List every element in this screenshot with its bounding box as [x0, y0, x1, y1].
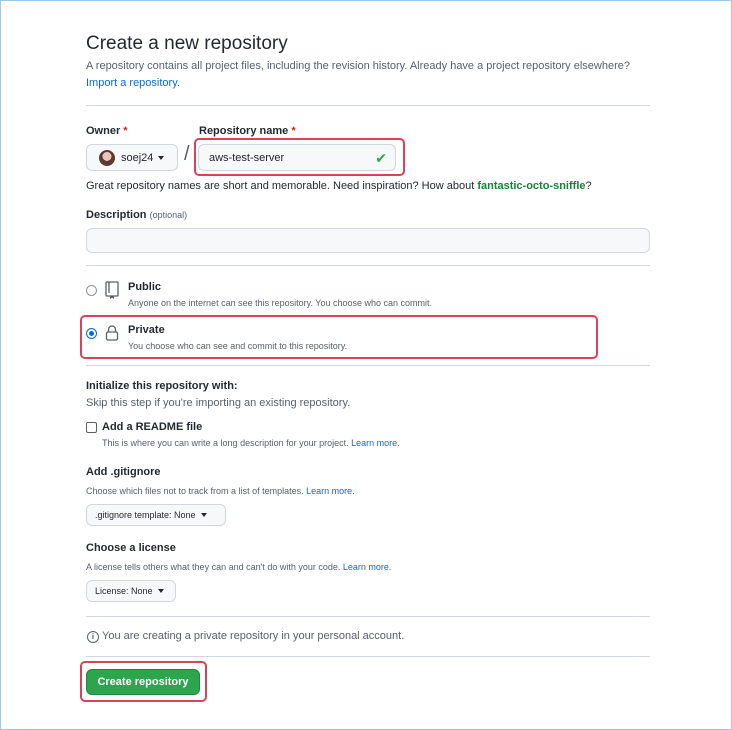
private-notice: You are creating a private repository in… [102, 630, 405, 642]
license-select[interactable]: License: None [86, 580, 176, 602]
lock-icon [105, 325, 119, 341]
divider [86, 365, 650, 366]
license-desc: A license tells others what they can and… [86, 562, 392, 572]
readme-desc: This is where you can write a long descr… [102, 438, 400, 448]
divider [86, 656, 650, 657]
divider [86, 105, 650, 106]
readme-label[interactable]: Add a README file [102, 421, 202, 433]
page-title: Create a new repository [86, 33, 288, 54]
chevron-down-icon [200, 513, 207, 517]
divider [86, 265, 650, 266]
info-icon: i [87, 631, 99, 643]
gitignore-learn-more-link[interactable]: Learn more. [306, 486, 355, 496]
gitignore-title: Add .gitignore [86, 466, 161, 478]
divider [86, 616, 650, 617]
repo-name-value: aws-test-server [209, 151, 285, 164]
owner-value: soej24 [121, 151, 154, 164]
owner-label: Owner * [86, 125, 128, 137]
init-title: Initialize this repository with: [86, 380, 238, 392]
readme-learn-more-link[interactable]: Learn more. [351, 438, 400, 448]
owner-dropdown[interactable]: soej24 [86, 144, 178, 171]
avatar [99, 149, 115, 166]
highlight-private [80, 315, 598, 359]
public-desc: Anyone on the internet can see this repo… [128, 298, 433, 308]
name-suggestion[interactable]: fantastic-octo-sniffle [477, 180, 585, 192]
repo-name-input[interactable]: aws-test-server ✔ [198, 144, 396, 171]
chevron-down-icon [157, 589, 164, 593]
chevron-down-icon [158, 155, 165, 160]
private-title: Private [128, 324, 165, 336]
license-title: Choose a license [86, 542, 176, 554]
description-label: Description (optional) [86, 209, 188, 221]
description-input[interactable] [86, 228, 650, 253]
gitignore-desc: Choose which files not to track from a l… [86, 486, 355, 496]
public-radio[interactable] [86, 285, 97, 296]
private-desc: You choose who can see and commit to thi… [128, 341, 348, 351]
page-subtitle: A repository contains all project files,… [86, 60, 630, 72]
repo-name-label: Repository name * [199, 125, 296, 137]
import-repository-link[interactable]: Import a repository. [86, 77, 180, 89]
check-icon: ✔ [375, 150, 387, 166]
init-subtitle: Skip this step if you're importing an ex… [86, 397, 351, 409]
create-repository-button[interactable]: Create repository [86, 669, 200, 695]
license-learn-more-link[interactable]: Learn more. [343, 562, 392, 572]
readme-checkbox[interactable] [86, 422, 97, 433]
name-hint: Great repository names are short and mem… [86, 180, 592, 192]
public-title: Public [128, 281, 162, 293]
private-radio[interactable] [86, 328, 97, 339]
owner-repo-separator: / [184, 143, 190, 165]
repo-icon [105, 281, 119, 299]
gitignore-select[interactable]: .gitignore template: None [86, 504, 226, 526]
